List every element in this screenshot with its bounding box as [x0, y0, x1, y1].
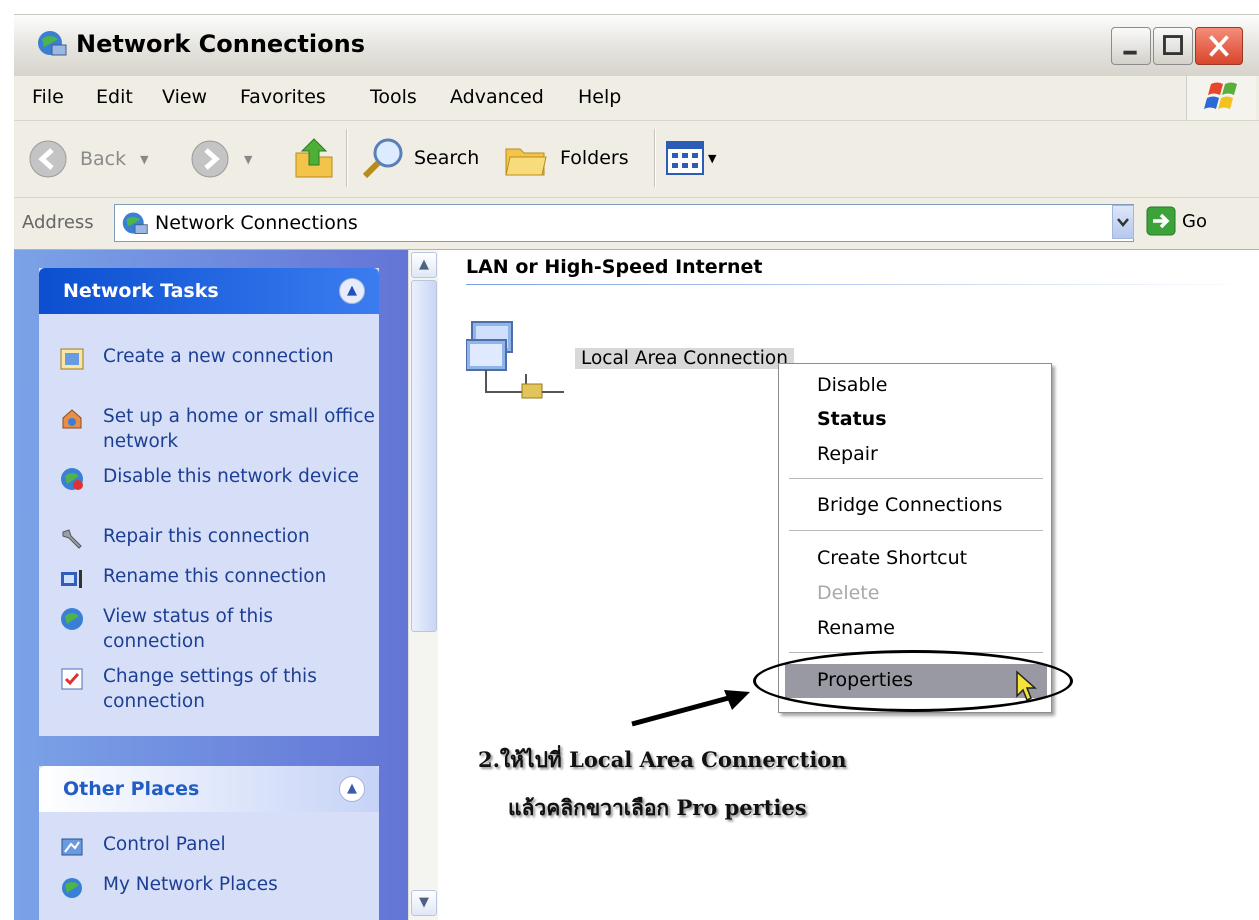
minimize-icon: [1123, 50, 1137, 55]
address-dropdown-button[interactable]: [1112, 205, 1134, 239]
annotation-line-2: แล้วคลิกขวาเลือก Pro perties: [508, 795, 807, 820]
menu-item-delete: Delete: [817, 582, 880, 604]
minimize-button[interactable]: [1111, 27, 1151, 65]
other-places-title: Other Places: [63, 778, 200, 800]
go-button[interactable]: Go: [1146, 206, 1207, 236]
group-header: LAN or High-Speed Internet: [466, 256, 763, 278]
folders-label: Folders: [560, 147, 629, 169]
toolbar-separator: [654, 129, 656, 187]
title-bar: Network Connections: [14, 14, 1259, 76]
scroll-down-button[interactable]: ▼: [411, 890, 437, 916]
menu-view[interactable]: View: [162, 86, 207, 108]
menu-file[interactable]: File: [32, 86, 64, 108]
repair-icon: [62, 529, 82, 549]
search-icon: [362, 138, 403, 179]
toolbar-separator: [346, 129, 348, 187]
menu-favorites[interactable]: Favorites: [240, 86, 326, 108]
back-dropdown-icon[interactable]: ▼: [140, 153, 148, 166]
scroll-thumb[interactable]: [411, 280, 437, 632]
back-button[interactable]: Back ▼: [28, 139, 149, 179]
address-value: Network Connections: [155, 212, 358, 234]
views-dropdown-icon[interactable]: ▼: [708, 152, 716, 165]
menu-bar: File Edit View Favorites Tools Advanced …: [14, 76, 1259, 121]
back-arrow-icon: [29, 140, 67, 178]
network-tasks-header[interactable]: Network Tasks ▲: [39, 268, 379, 314]
network-tasks-panel: Network Tasks ▲ Create a new connection …: [39, 268, 379, 736]
close-button[interactable]: [1195, 27, 1243, 65]
task-repair-connection[interactable]: Repair this connection: [59, 524, 379, 552]
folders-button[interactable]: Folders: [502, 135, 629, 181]
menu-advanced[interactable]: Advanced: [450, 86, 544, 108]
settings-icon: [61, 668, 83, 690]
new-connection-icon: [60, 348, 84, 370]
menu-help[interactable]: Help: [578, 86, 621, 108]
task-create-connection[interactable]: Create a new connection: [59, 344, 379, 372]
task-disable-device[interactable]: Disable this network device: [59, 464, 379, 492]
group-divider: [466, 284, 1256, 285]
task-change-settings[interactable]: Change settings of this connection: [59, 664, 379, 714]
task-pane-scrollbar[interactable]: ▲ ▼: [408, 250, 438, 920]
network-places-icon: [62, 878, 82, 898]
rename-icon: [61, 570, 82, 588]
scroll-up-button[interactable]: ▲: [411, 252, 437, 278]
disable-device-icon: [61, 468, 83, 490]
window-title: Network Connections: [76, 30, 365, 58]
properties-highlight-oval: [753, 650, 1073, 712]
forward-dropdown-icon[interactable]: ▼: [244, 153, 252, 166]
address-bar: Address Network Connections Go: [14, 198, 1259, 250]
menu-item-create-shortcut[interactable]: Create Shortcut: [817, 547, 967, 569]
menu-item-status[interactable]: Status: [817, 408, 887, 430]
maximize-button[interactable]: [1153, 27, 1193, 65]
other-places-panel: Other Places ▲ Control Panel My Network …: [39, 766, 379, 920]
task-rename-connection[interactable]: Rename this connection: [59, 564, 379, 592]
task-pane: Network Tasks ▲ Create a new connection …: [14, 250, 408, 920]
network-connections-icon: [38, 31, 67, 56]
menu-edit[interactable]: Edit: [96, 86, 133, 108]
menu-item-rename[interactable]: Rename: [817, 617, 895, 639]
home-network-icon: [62, 409, 82, 429]
place-my-network-places[interactable]: My Network Places: [59, 872, 379, 900]
network-tasks-title: Network Tasks: [63, 280, 219, 302]
place-control-panel[interactable]: Control Panel: [59, 832, 379, 860]
toolbar: Back ▼ ▼ Search Folders ▼: [14, 121, 1259, 198]
menu-item-bridge-connections[interactable]: Bridge Connections: [817, 494, 1002, 516]
collapse-icon[interactable]: ▲: [339, 278, 365, 304]
collapse-icon[interactable]: ▲: [339, 776, 365, 802]
up-folder-icon: [295, 138, 333, 178]
forward-button[interactable]: ▼: [190, 139, 252, 179]
annotation-arrow-icon: [631, 690, 750, 727]
control-panel-icon: [61, 838, 83, 856]
windows-flag-icon: [1204, 82, 1237, 109]
local-area-connection-icon[interactable]: [466, 310, 566, 410]
task-home-network[interactable]: Set up a home or small office network: [59, 404, 379, 454]
address-label: Address: [22, 212, 94, 233]
local-area-connection-label[interactable]: Local Area Connection: [575, 348, 794, 369]
views-grid-icon: [666, 141, 704, 175]
folders-icon: [505, 148, 547, 176]
go-label: Go: [1182, 210, 1207, 232]
search-label: Search: [414, 147, 480, 169]
go-arrow-icon: [1146, 206, 1176, 236]
chevron-down-icon: [1117, 218, 1129, 227]
address-input[interactable]: Network Connections: [114, 204, 1134, 242]
search-button[interactable]: Search: [360, 135, 479, 181]
annotation-line-1: 2.ให้ไปที่ Local Area Connerction: [478, 747, 847, 772]
menu-tools[interactable]: Tools: [370, 86, 417, 108]
close-icon: [1209, 35, 1229, 57]
menu-separator: [789, 530, 1043, 531]
up-folder-button[interactable]: [292, 135, 336, 181]
forward-arrow-icon: [191, 140, 229, 178]
back-label: Back: [80, 148, 127, 170]
network-connections-icon: [122, 212, 148, 234]
menu-item-disable[interactable]: Disable: [817, 374, 887, 396]
other-places-header[interactable]: Other Places ▲: [39, 766, 379, 812]
menu-separator: [789, 478, 1043, 479]
status-icon: [61, 608, 83, 630]
windows-logo: [1186, 76, 1256, 120]
task-view-status[interactable]: View status of this connection: [59, 604, 379, 654]
views-button[interactable]: ▼: [666, 141, 716, 175]
maximize-icon: [1163, 35, 1183, 55]
menu-item-repair[interactable]: Repair: [817, 443, 878, 465]
